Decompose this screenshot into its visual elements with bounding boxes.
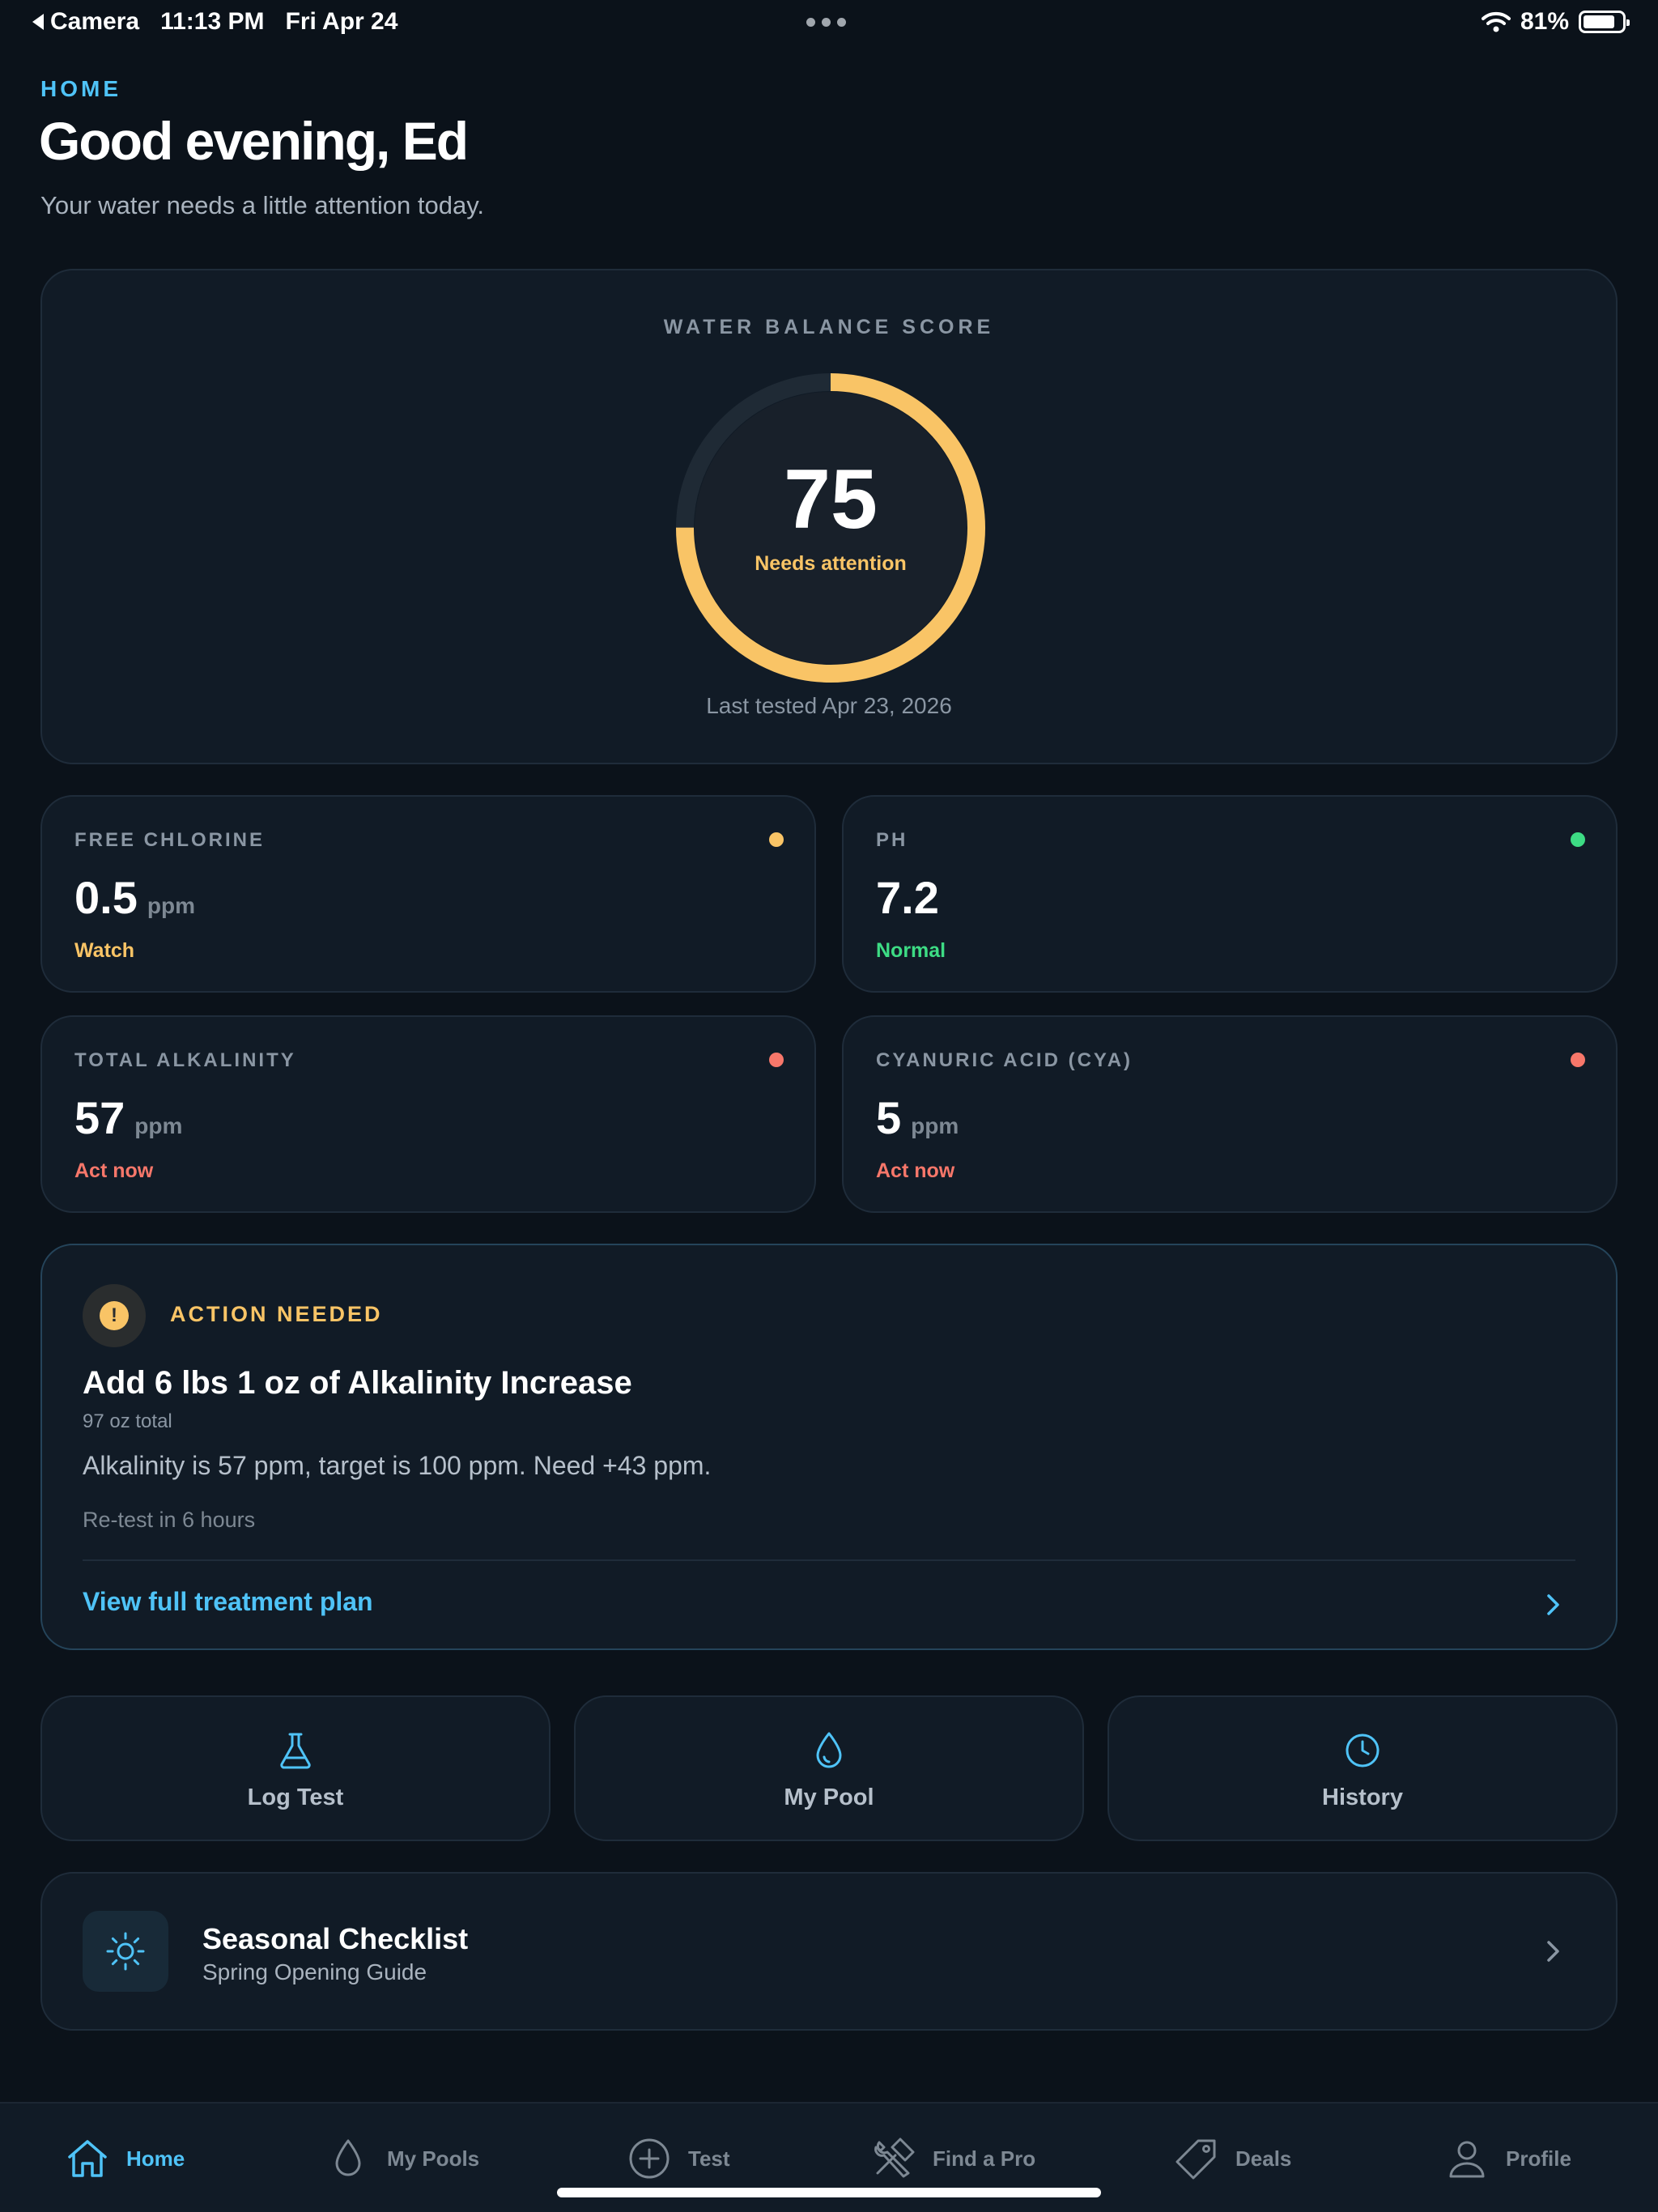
tab-find-a-pro[interactable]: Find a Pro bbox=[871, 2133, 1035, 2184]
metric-unit: ppm bbox=[147, 893, 195, 918]
warning-badge: ! bbox=[83, 1284, 146, 1347]
metric-unit: ppm bbox=[911, 1113, 959, 1138]
tab-label: Find a Pro bbox=[933, 2146, 1036, 2171]
chevron-right-icon bbox=[1547, 1941, 1559, 1962]
tab-profile[interactable]: Profile bbox=[1444, 2133, 1571, 2184]
droplet-icon bbox=[335, 2139, 361, 2176]
battery-icon bbox=[1579, 11, 1630, 33]
retest-note: Re-test in 6 hours bbox=[83, 1508, 256, 1532]
metric-label: TOTAL ALKALINITY bbox=[74, 1049, 296, 1071]
metric-label: PH bbox=[876, 829, 908, 851]
exclamation-icon: ! bbox=[100, 1301, 129, 1330]
tab-label: My Pools bbox=[387, 2146, 480, 2171]
metric-card-total-alkalinity[interactable]: TOTAL ALKALINITY 57 ppm Act now bbox=[40, 1015, 816, 1213]
status-dot bbox=[769, 1053, 784, 1067]
page-eyebrow: HOME bbox=[40, 76, 121, 101]
page-title: Good evening, Ed bbox=[39, 111, 469, 171]
score-value: 75 bbox=[784, 453, 878, 547]
tab-label: Home bbox=[126, 2146, 185, 2171]
tab-my-pools[interactable]: My Pools bbox=[325, 2133, 479, 2184]
metric-status: Act now bbox=[876, 1159, 955, 1182]
back-to-app-button[interactable]: Camera bbox=[32, 8, 139, 36]
back-app-label: Camera bbox=[50, 8, 140, 35]
multitasking-dots-icon[interactable] bbox=[806, 18, 846, 27]
tab-deals[interactable]: Deals bbox=[1174, 2133, 1291, 2184]
sun-icon bbox=[106, 1932, 145, 1971]
tile-label: Log Test bbox=[247, 1784, 344, 1810]
divider bbox=[83, 1559, 1575, 1561]
view-treatment-plan-link[interactable]: View full treatment plan bbox=[83, 1587, 373, 1617]
history-button[interactable]: History bbox=[1107, 1695, 1618, 1841]
battery-percent: 81% bbox=[1520, 8, 1569, 35]
metric-card-cyanuric-acid[interactable]: CYANURIC ACID (CYA) 5 ppm Act now bbox=[842, 1015, 1618, 1213]
tab-label: Deals bbox=[1235, 2146, 1292, 2171]
clock-icon bbox=[1346, 1733, 1380, 1767]
metric-card-free-chlorine[interactable]: FREE CHLORINE 0.5 ppm Watch bbox=[40, 795, 816, 993]
back-arrow-icon bbox=[32, 14, 44, 30]
tab-test[interactable]: Test bbox=[627, 2133, 730, 2184]
droplet-icon bbox=[816, 1732, 842, 1768]
score-label: WATER BALANCE SCORE bbox=[663, 316, 995, 338]
seasonal-subtitle: Spring Opening Guide bbox=[202, 1959, 427, 1984]
score-status: Needs attention bbox=[755, 552, 907, 575]
sun-icon-wrapper bbox=[83, 1911, 168, 1992]
action-needed-card: ! ACTION NEEDED Add 6 lbs 1 oz of Alkali… bbox=[40, 1244, 1618, 1650]
water-balance-card: WATER BALANCE SCORE 75 Needs attention L… bbox=[40, 269, 1618, 764]
metric-unit: ppm bbox=[134, 1113, 183, 1138]
metric-status: Normal bbox=[876, 939, 946, 962]
metric-value: 5 bbox=[876, 1092, 902, 1143]
tab-label: Test bbox=[688, 2146, 730, 2171]
chevron-right-icon[interactable] bbox=[1537, 1589, 1569, 1621]
tile-label: History bbox=[1322, 1784, 1403, 1810]
tab-label: Profile bbox=[1506, 2146, 1571, 2171]
status-dot bbox=[1571, 1053, 1585, 1067]
person-icon bbox=[1449, 2141, 1485, 2178]
status-bar: Camera 11:13 PM Fri Apr 24 81% bbox=[0, 0, 1658, 45]
metric-value: 57 bbox=[74, 1092, 125, 1143]
last-tested: Last tested Apr 23, 2026 bbox=[706, 693, 952, 718]
tools-icon bbox=[874, 2138, 915, 2178]
metric-card-ph[interactable]: PH 7.2 Normal bbox=[842, 795, 1618, 993]
metric-label: FREE CHLORINE bbox=[74, 829, 266, 851]
action-subtitle: 97 oz total bbox=[83, 1410, 172, 1432]
wifi-icon bbox=[1481, 11, 1511, 32]
metric-value: 0.5 bbox=[74, 872, 138, 923]
metric-label: CYANURIC ACID (CYA) bbox=[876, 1049, 1133, 1071]
status-date: Fri Apr 24 bbox=[285, 8, 398, 35]
tag-icon bbox=[1175, 2139, 1216, 2180]
metric-status: Watch bbox=[74, 939, 135, 962]
plus-circle-icon bbox=[629, 2138, 670, 2179]
metric-status: Act now bbox=[74, 1159, 154, 1182]
status-dot bbox=[1571, 832, 1585, 847]
action-description: Alkalinity is 57 ppm, target is 100 ppm.… bbox=[83, 1451, 712, 1480]
tab-home[interactable]: Home bbox=[65, 2133, 185, 2184]
seasonal-title: Seasonal Checklist bbox=[202, 1922, 469, 1955]
action-label: ACTION NEEDED bbox=[170, 1302, 383, 1326]
action-title: Add 6 lbs 1 oz of Alkalinity Increase bbox=[83, 1365, 632, 1401]
status-dot bbox=[769, 832, 784, 847]
metric-value: 7.2 bbox=[876, 872, 939, 923]
status-time: 11:13 PM bbox=[160, 8, 265, 35]
tile-label: My Pool bbox=[784, 1784, 874, 1810]
my-pool-button[interactable]: My Pool bbox=[574, 1695, 1084, 1841]
page-subtitle: Your water needs a little attention toda… bbox=[40, 191, 485, 219]
home-icon bbox=[68, 2140, 107, 2177]
log-test-button[interactable]: Log Test bbox=[40, 1695, 551, 1841]
flask-icon bbox=[280, 1733, 311, 1769]
seasonal-checklist-card[interactable]: Seasonal Checklist Spring Opening Guide bbox=[40, 1872, 1618, 2031]
home-indicator[interactable] bbox=[557, 2188, 1101, 2197]
